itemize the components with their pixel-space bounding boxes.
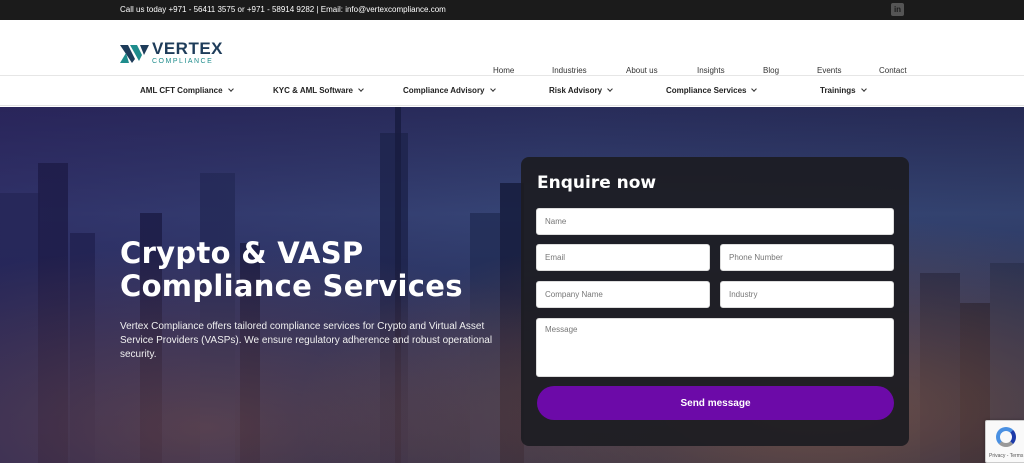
chevron-down-icon — [227, 86, 234, 92]
vertex-logo-icon — [120, 43, 150, 63]
subnav-risk-advisory[interactable]: Risk Advisory — [549, 86, 613, 95]
top-bar: Call us today +971 - 56411 3575 or +971 … — [0, 0, 1024, 20]
nav-events[interactable]: Events — [817, 66, 841, 75]
subnav-compliance-services[interactable]: Compliance Services — [666, 86, 758, 95]
phone-placeholder: Phone Number — [729, 253, 783, 262]
subnav-label: Compliance Services — [666, 86, 747, 95]
chevron-down-icon — [489, 86, 496, 92]
nav-home[interactable]: Home — [493, 66, 514, 75]
subnav-aml-cft[interactable]: AML CFT Compliance — [140, 86, 234, 95]
logo-tagline: COMPLIANCE — [152, 58, 214, 65]
subnav-kyc-aml-software[interactable]: KYC & AML Software — [273, 86, 364, 95]
chevron-down-icon — [751, 86, 758, 92]
logo-name: VERTEX — [152, 39, 224, 58]
nav-about[interactable]: About us — [626, 66, 658, 75]
company-input[interactable]: Company Name — [536, 281, 710, 308]
nav-insights[interactable]: Insights — [697, 66, 725, 75]
subnav-label: Risk Advisory — [549, 86, 603, 95]
subnav-label: KYC & AML Software — [273, 86, 354, 95]
send-message-button[interactable]: Send message — [537, 386, 894, 420]
email-input[interactable]: Email — [536, 244, 710, 271]
subnav-label: Compliance Advisory — [403, 86, 485, 95]
nav-contact[interactable]: Contact — [879, 66, 907, 75]
logo[interactable]: VERTEX COMPLIANCE — [120, 40, 223, 65]
contact-info: Call us today +971 - 56411 3575 or +971 … — [120, 5, 446, 14]
subnav-compliance-advisory[interactable]: Compliance Advisory — [403, 86, 496, 95]
recaptcha-icon — [996, 427, 1016, 447]
recaptcha-badge[interactable]: Privacy - Terms — [985, 420, 1024, 463]
site-header: VERTEX COMPLIANCE Home Industries About … — [0, 20, 1024, 76]
phone-input[interactable]: Phone Number — [720, 244, 894, 271]
hero-description: Vertex Compliance offers tailored compli… — [120, 321, 493, 360]
form-title: Enquire now — [537, 173, 657, 193]
hero-title: Crypto & VASP Compliance Services — [120, 237, 500, 303]
enquiry-form: Enquire now Name Email Phone Number Comp… — [521, 157, 909, 446]
recaptcha-terms[interactable]: Privacy - Terms — [989, 453, 1023, 459]
message-placeholder: Message — [545, 325, 578, 334]
message-textarea[interactable]: Message — [536, 318, 894, 377]
subnav-label: Trainings — [820, 86, 856, 95]
services-nav: AML CFT Compliance KYC & AML Software Co… — [0, 77, 1024, 106]
chevron-down-icon — [607, 86, 613, 92]
hero-title-line1: Crypto & VASP — [120, 236, 364, 270]
nav-industries[interactable]: Industries — [552, 66, 587, 75]
main-nav: Home Industries About us Insights Blog E… — [0, 66, 1024, 76]
hero-title-line2: Compliance Services — [120, 269, 463, 303]
subnav-label: AML CFT Compliance — [140, 86, 223, 95]
name-input[interactable]: Name — [536, 208, 894, 235]
linkedin-icon[interactable]: in — [891, 3, 904, 16]
subnav-trainings[interactable]: Trainings — [820, 86, 867, 95]
company-placeholder: Company Name — [545, 290, 603, 299]
industry-placeholder: Industry — [729, 290, 758, 299]
hero-section: Crypto & VASP Compliance Services Vertex… — [0, 107, 1024, 463]
nav-blog[interactable]: Blog — [763, 66, 779, 75]
email-placeholder: Email — [545, 253, 566, 262]
industry-input[interactable]: Industry — [720, 281, 894, 308]
chevron-down-icon — [358, 86, 364, 92]
name-placeholder: Name — [545, 217, 567, 226]
chevron-down-icon — [860, 86, 867, 92]
